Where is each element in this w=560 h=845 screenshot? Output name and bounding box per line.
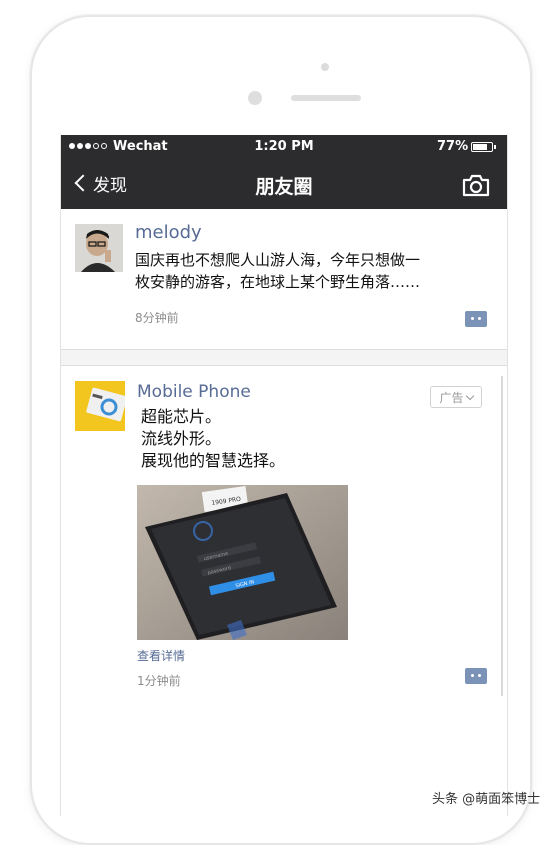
- post-text-line: 展现他的智慧选择。: [141, 451, 286, 470]
- ad-post: Mobile Phone 广告 超能芯片。 流线外形。 展现他的智慧选择。 19…: [61, 365, 507, 816]
- battery-icon: [471, 142, 496, 152]
- post-author[interactable]: melody: [135, 222, 202, 243]
- view-details-link[interactable]: 查看详情: [137, 647, 185, 664]
- post-text-line: 超能芯片。: [141, 407, 222, 426]
- post-text-line: 国庆再也不想爬人山游人海，今年只想做一: [135, 251, 421, 269]
- watermark: 头条 @萌面笨博士: [432, 792, 541, 807]
- battery-percentage: 77%: [437, 139, 469, 154]
- moment-post: melody 国庆再也不想爬人山游人海，今年只想做一 枚安静的游客，在地球上某个…: [61, 209, 507, 350]
- ad-label-dropdown[interactable]: 广告: [430, 386, 482, 408]
- front-camera-dot: [321, 63, 329, 71]
- comment-button[interactable]: [465, 668, 487, 684]
- post-author[interactable]: Mobile Phone: [137, 382, 251, 402]
- page-title: 朋友圈: [255, 176, 313, 198]
- chevron-down-icon: [465, 391, 474, 400]
- ad-label: 广告: [439, 390, 464, 405]
- app-header: Wechat 1:20 PM 77% 发现 朋友圈: [61, 135, 507, 209]
- status-bar: Wechat 1:20 PM 77%: [61, 135, 507, 159]
- post-text-line: 枚安静的游客，在地球上某个野生角落……: [135, 273, 421, 291]
- post-text: 超能芯片。 流线外形。 展现他的智慧选择。: [141, 406, 285, 472]
- avatar[interactable]: [75, 381, 125, 431]
- post-text: 国庆再也不想爬人山游人海，今年只想做一 枚安静的游客，在地球上某个野生角落……: [135, 249, 495, 293]
- phone-screen: Wechat 1:20 PM 77% 发现 朋友圈 melody 国庆再也不想爬…: [60, 135, 508, 816]
- camera-icon[interactable]: [461, 172, 491, 198]
- avatar[interactable]: [75, 224, 123, 272]
- post-timestamp: 1分钟前: [137, 674, 181, 688]
- post-image[interactable]: 1909 PRO username password SIGN IN: [137, 485, 348, 640]
- earpiece-speaker: [291, 95, 361, 101]
- scrollbar[interactable]: [501, 376, 503, 696]
- comment-button[interactable]: [465, 311, 487, 327]
- post-timestamp: 8分钟前: [135, 311, 179, 325]
- proximity-sensor: [248, 91, 262, 105]
- post-text-line: 流线外形。: [141, 429, 222, 448]
